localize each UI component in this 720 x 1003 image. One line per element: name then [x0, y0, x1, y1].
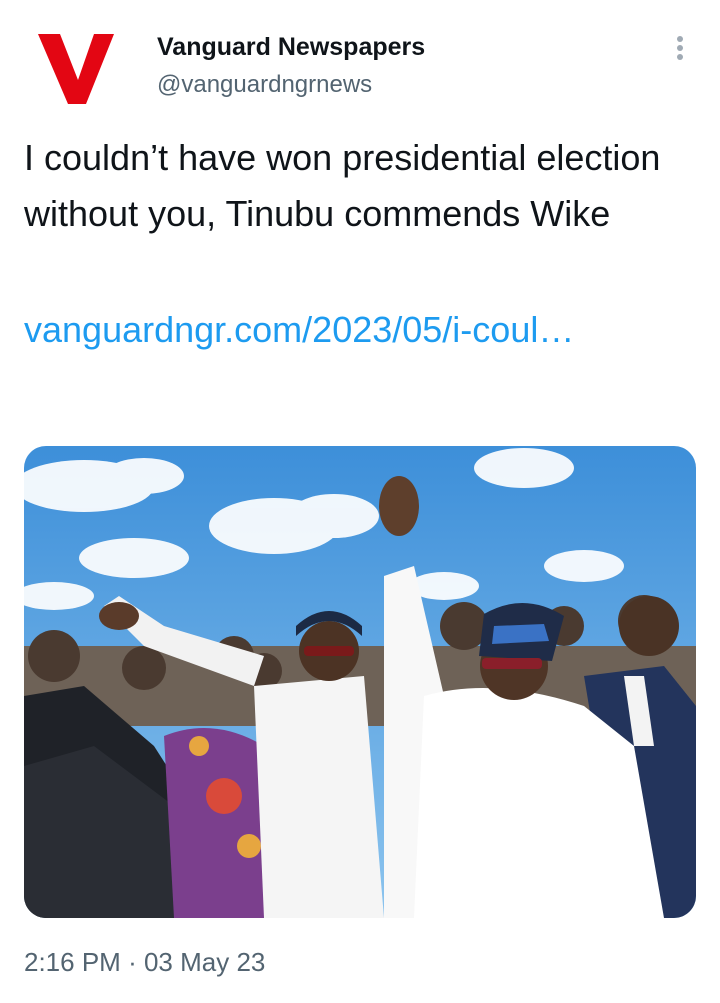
display-name[interactable]: Vanguard Newspapers: [157, 30, 425, 64]
more-vertical-icon: [677, 36, 683, 60]
tweet-header: Vanguard Newspapers @vanguardngrnews: [0, 0, 720, 120]
photo-crowd-illustration: [24, 446, 696, 918]
tweet-timestamp: 2:16 PM · 03 May 23: [24, 942, 265, 982]
vanguard-v-logo-icon: [38, 34, 114, 104]
tweet-text: I couldn’t have won presidential electio…: [24, 137, 661, 234]
tweet-photo[interactable]: [24, 446, 696, 918]
more-options-button[interactable]: [664, 30, 696, 66]
tweet-time[interactable]: 2:16 PM: [24, 947, 121, 977]
timestamp-separator: ·: [128, 947, 137, 977]
tweet-date[interactable]: 03 May 23: [144, 947, 265, 977]
article-link[interactable]: vanguardngr.com/2023/05/i-coul…: [24, 302, 644, 358]
user-handle[interactable]: @vanguardngrnews: [157, 68, 425, 102]
avatar[interactable]: [34, 28, 118, 108]
author-names: Vanguard Newspapers @vanguardngrnews: [157, 30, 425, 102]
